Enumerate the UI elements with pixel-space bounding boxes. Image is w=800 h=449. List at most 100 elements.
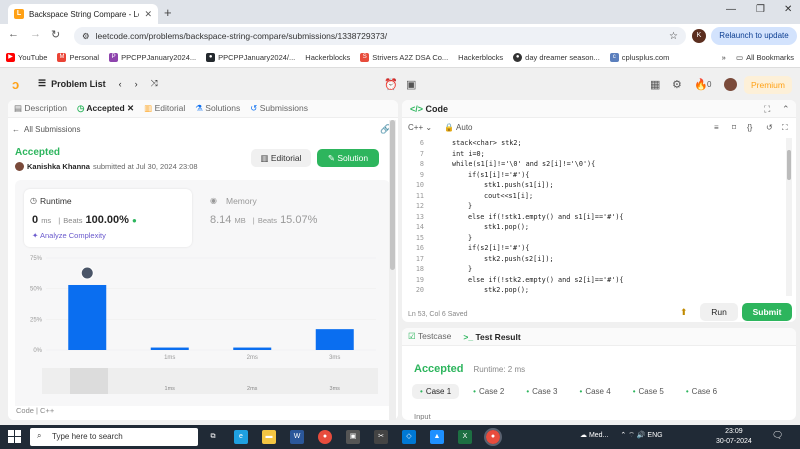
chart-bar[interactable] (315, 329, 354, 350)
tab-solutions[interactable]: ⚗ Solutions (195, 103, 240, 114)
site-info-icon[interactable]: ⚙ (82, 31, 90, 42)
leetcode-logo-icon[interactable]: ↄ (12, 77, 26, 92)
chrome-active-icon[interactable]: ● (484, 428, 502, 446)
case-tab-4[interactable]: • Case 4 (572, 384, 619, 399)
code-line[interactable]: 11 cout<<s1[i]; (402, 191, 782, 202)
photos-icon[interactable]: ▣ (346, 430, 360, 444)
browser-tab[interactable]: L Backspace String Compare - Le ✕ (8, 4, 158, 24)
premium-button[interactable]: Premium (744, 76, 792, 94)
tab-accepted[interactable]: ◷ Accepted ✕ (77, 103, 134, 114)
network-icon[interactable]: ⌔ (628, 432, 635, 439)
snipping-icon[interactable]: ✂ (374, 430, 388, 444)
vscode-icon[interactable]: ◇ (402, 430, 416, 444)
bookmark-strivers[interactable]: S Strivers A2Z DSA Co... (360, 53, 448, 62)
notes-icon[interactable]: ▣ (406, 78, 416, 91)
bookmark-hackerblocks-1[interactable]: Hackerblocks (305, 53, 350, 62)
code-line[interactable]: 8 while(s1[i]!='\0' and s2[i]!='\0'){ (402, 159, 782, 170)
app-icon[interactable]: ▲ (430, 430, 444, 444)
bookmark-star-icon[interactable]: ☆ (669, 31, 678, 42)
case-tab-2[interactable]: • Case 2 (465, 384, 512, 399)
case-tab-6[interactable]: • Case 6 (678, 384, 725, 399)
code-line[interactable]: 16 if(s2[i]!='#'){ (402, 243, 782, 254)
taskbar-clock[interactable]: 23:09 30-07-2024 (716, 427, 752, 447)
next-problem-icon[interactable]: › (135, 79, 138, 89)
edge-icon[interactable]: e (234, 430, 248, 444)
bookmark-icon[interactable]: ⌑ (732, 123, 736, 132)
bookmark-ppcpp-1[interactable]: P PPCPPJanuary2024... (109, 53, 196, 62)
collapse-panel-icon[interactable]: ⌃ (782, 104, 790, 115)
user-avatar[interactable] (724, 78, 737, 91)
back-icon[interactable]: ← (8, 28, 19, 40)
case-tab-1[interactable]: • Case 1 (412, 384, 460, 399)
code-line[interactable]: 17 stk2.push(s2[i]); (402, 254, 782, 265)
bookmark-youtube[interactable]: ▶ YouTube (6, 53, 47, 62)
case-tab-3[interactable]: • Case 3 (518, 384, 565, 399)
word-icon[interactable]: W (290, 430, 304, 444)
tab-description[interactable]: ▤ Description (14, 103, 67, 114)
volume-icon[interactable]: 🔊 (637, 432, 646, 439)
chart-bar[interactable] (233, 347, 272, 350)
fullscreen-icon[interactable]: ⛶ (782, 123, 788, 133)
relaunch-button[interactable]: Relaunch to update (711, 27, 797, 45)
code-editor[interactable]: 6 stack<char> stk2; 7 int i=0; 8 while(s1[i]!… (402, 138, 796, 296)
code-scrollbar-thumb[interactable] (787, 150, 791, 180)
tab-submissions[interactable]: ↺ Submissions (250, 103, 308, 114)
forward-icon[interactable]: → (30, 28, 41, 40)
new-tab-icon[interactable]: + (164, 5, 172, 20)
code-line[interactable]: 13 else if(!stk1.empty() and s1[i]=='#'){ (402, 212, 782, 223)
code-line[interactable]: 6 stack<char> stk2; (402, 138, 782, 149)
code-line[interactable]: 15} (402, 233, 782, 244)
memory-value[interactable]: 8.14 MB | Beats 15.07% (210, 214, 317, 226)
timer-icon[interactable]: ⏰ (384, 78, 398, 91)
close-tab-icon[interactable]: ✕ (127, 103, 134, 113)
chart-bar[interactable] (150, 347, 189, 350)
upload-icon[interactable]: ⬆ (680, 307, 688, 318)
shuffle-icon[interactable]: ⤨ (151, 78, 158, 89)
chrome-icon[interactable]: ● (318, 430, 332, 444)
submit-button[interactable]: Submit (742, 303, 792, 321)
case-tab-5[interactable]: • Case 5 (625, 384, 672, 399)
auto-mode-toggle[interactable]: 🔒 Auto (444, 123, 472, 132)
file-explorer-icon[interactable]: ▬ (262, 430, 276, 444)
maximize-panel-icon[interactable]: ⛶ (764, 104, 770, 115)
bookmark-ppcpp-2[interactable]: ● PPCPPJanuary2024/... (206, 53, 295, 62)
code-line[interactable]: 12} (402, 201, 782, 212)
windows-start-icon[interactable] (8, 430, 22, 444)
layout-icon[interactable]: ▦ (650, 78, 660, 91)
url-input[interactable]: ⚙ leetcode.com/problems/backspace-string… (74, 27, 686, 45)
all-bookmarks[interactable]: » ▭ All Bookmarks (722, 53, 794, 62)
code-line[interactable]: 10 stk1.push(s1[i]); (402, 180, 782, 191)
solution-button[interactable]: ✎ Solution (317, 149, 379, 167)
profile-avatar[interactable]: K (692, 29, 706, 43)
code-line[interactable]: 18} (402, 264, 782, 275)
chart-bar[interactable] (68, 284, 107, 350)
braces-icon[interactable]: {} (747, 123, 752, 132)
navigator-window[interactable] (70, 368, 108, 394)
notification-icon[interactable]: 🗨 (772, 430, 783, 441)
excel-icon[interactable]: X (458, 430, 472, 444)
tray-chevron-icon[interactable]: ⌃ (620, 432, 626, 439)
run-button[interactable]: Run (700, 303, 738, 321)
prev-problem-icon[interactable]: ‹ (119, 79, 122, 89)
problem-list[interactable]: ☰ Problem List ‹ › ⤨ (38, 78, 158, 89)
maximize-icon[interactable]: ❐ (756, 4, 765, 15)
close-window-icon[interactable]: ✕ (784, 4, 792, 15)
editorial-button[interactable]: ▥ Editorial (251, 149, 311, 167)
left-scrollbar-thumb[interactable] (390, 120, 395, 270)
code-line[interactable]: 9 if(s1[i]!='#'){ (402, 170, 782, 181)
task-view-icon[interactable]: ⧉ (206, 430, 220, 444)
tab-test-result[interactable]: >_ Test Result (463, 332, 520, 342)
tab-editorial[interactable]: ▥ Editorial (144, 103, 185, 114)
minimize-icon[interactable]: — (726, 4, 736, 15)
fire-icon[interactable]: 🔥 (694, 78, 708, 91)
analyze-complexity-link[interactable]: ✦ Analyze Complexity (32, 231, 106, 240)
settings-gear-icon[interactable]: ⚙ (672, 78, 682, 91)
taskbar-search-input[interactable]: ⌕ Type here to search (30, 428, 198, 446)
format-icon[interactable]: ≡ (714, 123, 719, 132)
language-select[interactable]: C++ ⌄ (408, 123, 432, 132)
tab-testcase[interactable]: ☑ Testcase (408, 331, 451, 342)
code-line[interactable]: 7 int i=0; (402, 149, 782, 160)
code-line[interactable]: 19 else if(!stk2.empty() and s2[i]=='#'){ (402, 275, 782, 286)
reset-icon[interactable]: ↺ (766, 123, 773, 132)
bookmark-personal[interactable]: M Personal (57, 53, 99, 62)
